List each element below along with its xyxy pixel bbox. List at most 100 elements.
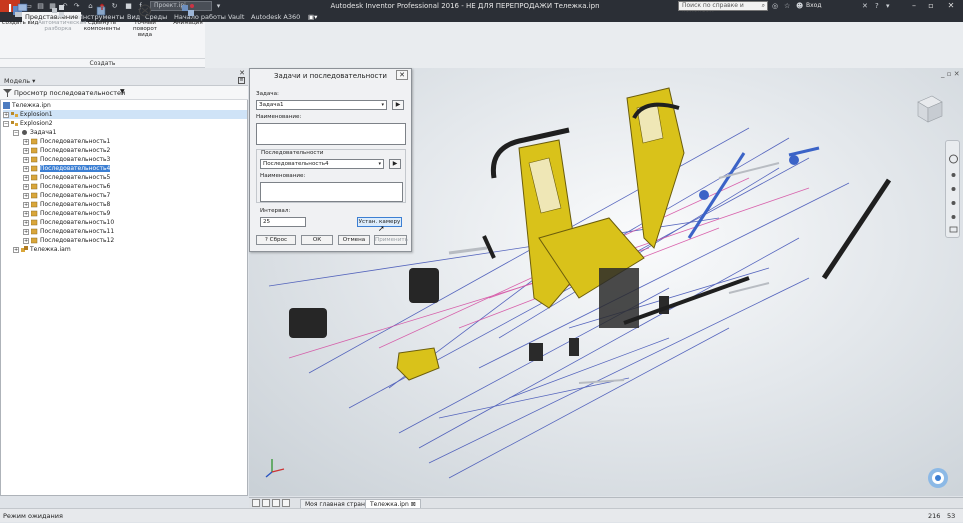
collapse-icon[interactable]: − [13,129,19,136]
axis-triad-icon [265,459,285,478]
expand-icon[interactable]: + [23,201,29,208]
sign-in-link[interactable]: Вход [806,1,822,11]
expand-icon[interactable]: + [23,183,29,190]
tree-item-assembly[interactable]: + Тележка.iam [13,245,71,254]
viewcube-icon[interactable] [912,92,946,126]
tab-a360[interactable]: Autodesk A360 [248,12,303,22]
help-dropdown-icon[interactable]: ▾ [886,1,890,11]
tab-close-icon[interactable]: ⊠ [411,501,416,508]
tree-item-sequence4[interactable]: + Последовательность4 [23,164,112,173]
precise-rotate-button[interactable]: Точный поворот вида [125,2,165,38]
tab-vault[interactable]: Vault [225,12,247,22]
expand-icon[interactable]: + [23,147,29,154]
tree-item-task1[interactable]: − Задача1 [13,128,56,137]
expand-icon[interactable]: + [23,237,29,244]
dialog-title[interactable]: Задачи и последовательности [250,69,411,83]
status-text: Режим ожидания [3,512,63,520]
tree-item-label: Explosion2 [20,120,53,127]
tree-item-sequence5[interactable]: + Последовательность5 [23,173,110,182]
tree-item-sequence2[interactable]: + Последовательность2 [23,146,110,155]
chevron-down-icon: ▾ [378,161,381,167]
collapse-icon[interactable]: − [3,120,9,127]
browser-pin-icon[interactable]: ≡ [238,77,245,84]
exchange-icon[interactable]: ✕ [862,1,868,11]
arrange-windows-icon[interactable] [272,499,280,507]
user-icon[interactable]: ☻ [796,1,803,11]
ribbon-empty-area [205,22,963,68]
sequence-icon [31,219,38,226]
play-task-button[interactable]: ▶ [392,100,404,110]
tree-item-sequence7[interactable]: + Последовательность7 [23,191,110,200]
tile-windows-icon[interactable] [252,499,260,507]
close-button[interactable]: ✕ [944,0,958,11]
expand-icon[interactable]: + [23,174,29,181]
sequence-name-field[interactable] [260,182,403,202]
tree-item-sequence11[interactable]: + Последовательность11 [23,227,114,236]
tree-item-explosion2[interactable]: − Explosion2 [3,119,53,128]
minimize-button[interactable]: – [907,0,921,11]
play-icon: ▶ [392,160,398,167]
tasks-sequences-dialog: Задачи и последовательности ✕ Задача: За… [249,68,412,252]
browser-title[interactable]: Модель ▾ [4,77,35,85]
ribbon-options-icon[interactable]: ▣▾ [305,12,320,22]
ok-button[interactable]: ОК [301,235,333,245]
precise-rotate-label: Точный поворот вида [132,20,158,38]
browser-close-icon[interactable]: ✕ [239,69,245,77]
expand-icon[interactable]: + [23,138,29,145]
apply-button[interactable]: Применить [374,235,408,245]
status-bar: Режим ожидания 216 53 [0,508,963,522]
expand-icon[interactable]: + [23,192,29,199]
browser-view-selector[interactable]: Просмотр последовательностей ▼ [0,86,248,100]
interval-field[interactable]: 25 [260,217,306,227]
favorites-star-icon[interactable]: ☆ [784,1,790,11]
window-list-icon[interactable] [282,499,290,507]
help-search-input[interactable]: Поиск по справке и командам ⌕ [678,1,768,17]
auto-explode-button[interactable]: Автоматическая разборка [38,2,86,36]
tree-item-label: Последовательность1 [40,138,111,145]
expand-icon[interactable]: + [23,156,29,163]
reset-button[interactable]: ? Сброс [256,235,296,245]
dialog-close-button[interactable]: ✕ [396,70,408,80]
sequence-name-label: Наименование: [260,173,306,179]
animation-label: Анимация [173,20,203,26]
cancel-button[interactable]: Отмена [338,235,370,245]
tree-root[interactable]: Тележка.ipn [3,101,51,110]
sequence-combo[interactable]: Последовательность4 ▾ [260,159,384,169]
help-icon[interactable]: ? [875,1,879,11]
expand-icon[interactable]: + [23,219,29,226]
sequence-icon [31,228,38,235]
tweak-components-button[interactable]: Сдвинуть компоненты [82,2,122,36]
tree-item-sequence3[interactable]: + Последовательность3 [23,155,110,164]
qa-customize-icon[interactable]: ▾ [214,2,223,10]
maximize-button[interactable]: ▫ [924,0,938,11]
tree-item-sequence1[interactable]: + Последовательность1 [23,137,110,146]
binoculars-icon[interactable]: ◎ [772,1,778,11]
cascade-windows-icon[interactable] [262,499,270,507]
expand-icon[interactable]: + [23,228,29,235]
steering-wheel-icon[interactable] [927,467,949,489]
navigation-bar[interactable] [945,140,960,238]
task-name-field[interactable] [256,123,406,145]
play-sequence-button[interactable]: ▶ [389,159,401,169]
precise-rotate-icon [139,4,151,17]
create-view-button[interactable]: Создать вид [0,2,40,36]
expand-icon[interactable]: + [23,165,29,172]
tree-item-explosion1[interactable]: + Explosion1 [3,110,247,119]
task-combo[interactable]: Задача1 ▾ [256,100,387,110]
tree-item-sequence12[interactable]: + Последовательность12 [23,236,114,245]
sequence-icon [31,174,38,181]
animation-button[interactable]: Анимация [168,2,208,36]
explosion-icon [11,121,18,126]
expand-icon[interactable]: + [3,111,9,118]
viewport-window-controls[interactable]: _ ▫ ✕ [941,70,963,78]
tree-item-sequence9[interactable]: + Последовательность9 [23,209,110,218]
expand-icon[interactable]: + [23,210,29,217]
sequence-icon [31,201,38,208]
app-title: Autodesk Inventor Professional 2016 - НЕ… [330,2,600,10]
tree-item-sequence8[interactable]: + Последовательность8 [23,200,110,209]
expand-icon[interactable]: + [13,246,19,253]
doc-tab-teleshka[interactable]: Тележка.ipn ⊠ [365,499,421,508]
tree-item-sequence6[interactable]: + Последовательность6 [23,182,110,191]
tree-item-sequence10[interactable]: + Последовательность10 [23,218,114,227]
chevron-down-icon: ▼ [120,88,125,95]
